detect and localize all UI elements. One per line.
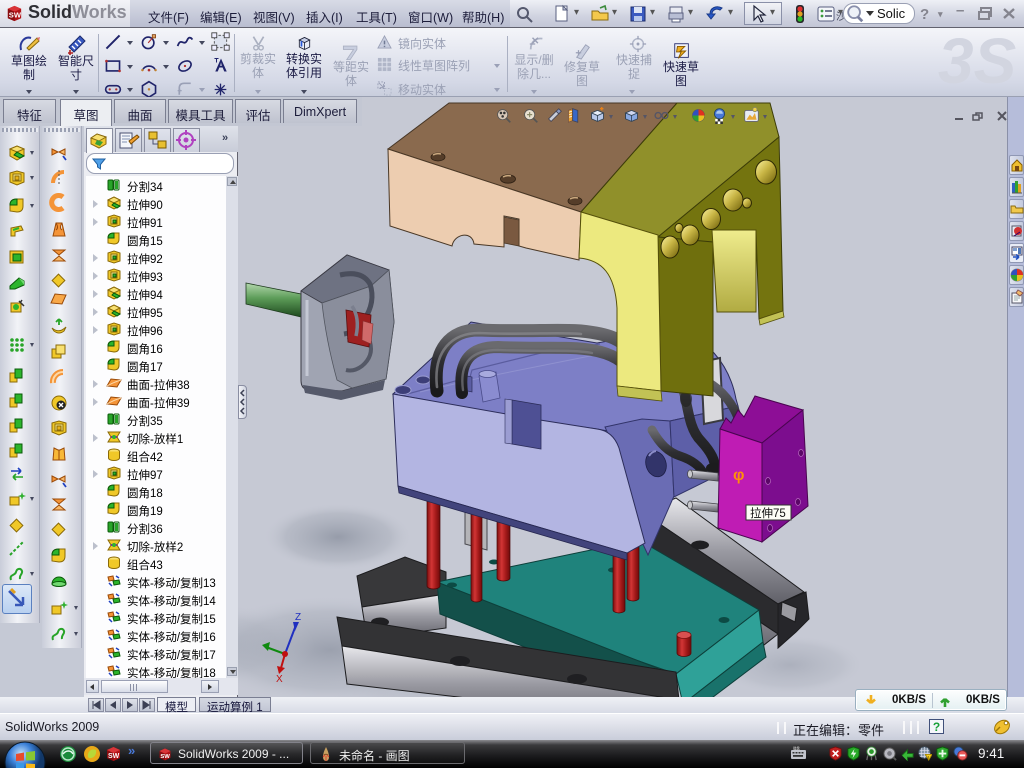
svg-text:SW: SW [9, 10, 22, 19]
svg-text:Z: Z [295, 612, 301, 623]
svg-text:φ: φ [733, 467, 744, 484]
svg-text:拉伸75: 拉伸75 [750, 506, 786, 520]
svg-text:!: ! [928, 755, 929, 760]
svg-text:X: X [276, 674, 283, 685]
